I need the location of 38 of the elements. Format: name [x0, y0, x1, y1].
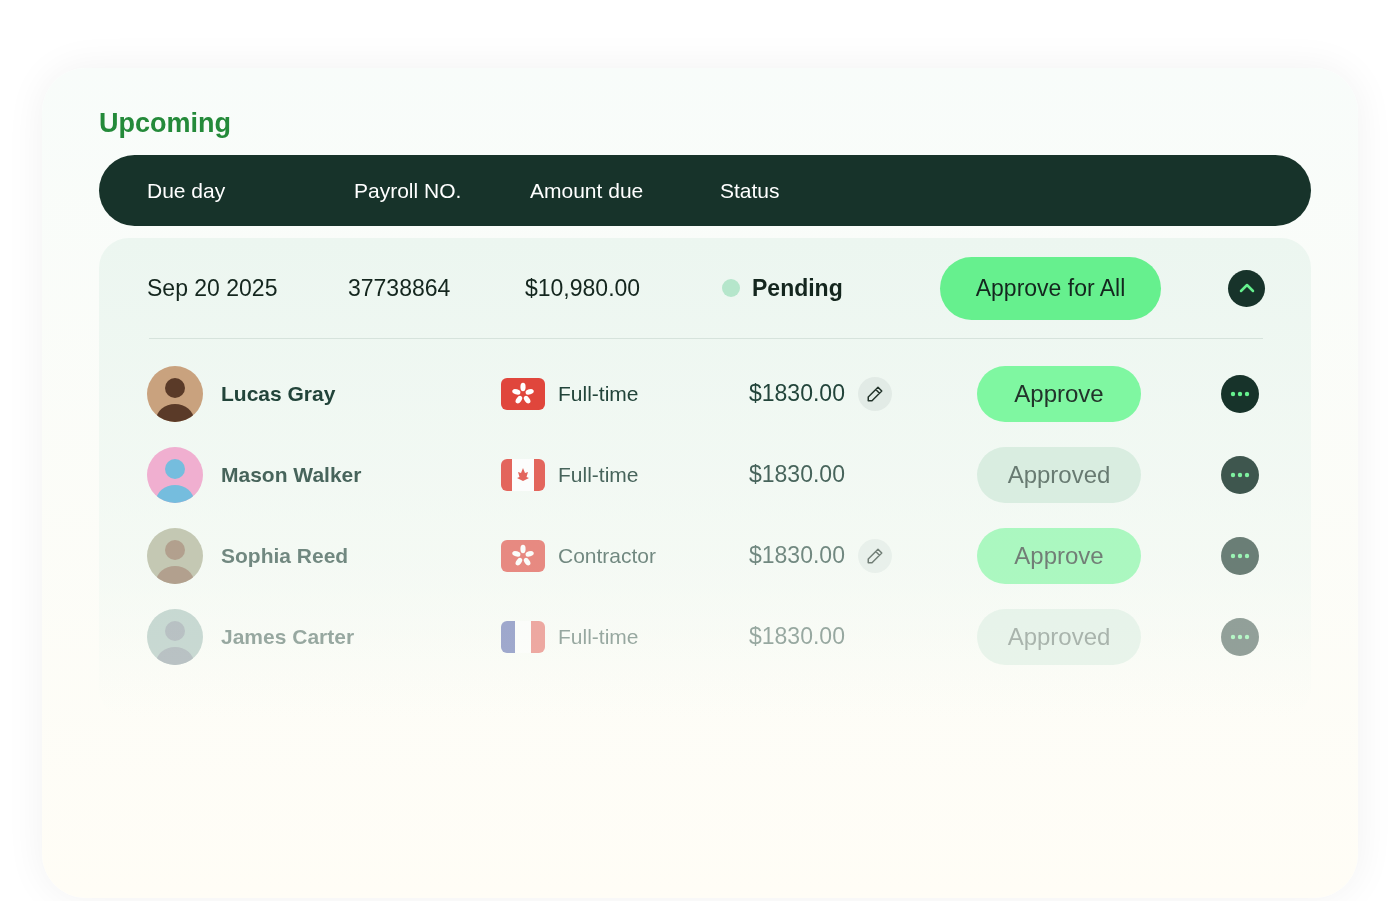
- employee-name: Lucas Gray: [221, 381, 336, 406]
- employment-type: Full-time: [558, 624, 639, 649]
- column-header: Payroll NO.: [354, 178, 462, 203]
- collapse-button[interactable]: [1228, 269, 1265, 307]
- approve-button[interactable]: Approve: [977, 365, 1141, 422]
- chevron-up-icon: [1237, 282, 1256, 294]
- employee-name: Sophia Reed: [221, 543, 349, 568]
- amount-due: $10,980.00: [525, 274, 641, 302]
- employment-type: Full-time: [558, 462, 639, 487]
- approve-button[interactable]: Approved: [977, 446, 1141, 503]
- column-header: Amount due: [530, 178, 644, 203]
- status-text: Pending: [752, 274, 843, 302]
- pencil-icon: [865, 384, 884, 403]
- column-header: Status: [720, 178, 780, 203]
- more-button[interactable]: [1221, 374, 1259, 413]
- edit-button[interactable]: [857, 376, 892, 411]
- employment-type: Contractor: [558, 543, 657, 568]
- more-icon: [1230, 390, 1250, 397]
- employee-amount: $1830.00: [749, 461, 845, 488]
- more-icon: [1230, 633, 1250, 640]
- approve-button[interactable]: Approved: [977, 608, 1141, 665]
- more-icon: [1230, 471, 1250, 478]
- employee-name: Mason Walker: [221, 462, 362, 487]
- approve-button[interactable]: Approve: [977, 527, 1141, 584]
- employee-amount: $1830.00: [749, 542, 845, 569]
- column-header: Due day: [147, 178, 226, 203]
- employment-type: Full-time: [558, 381, 639, 406]
- employee-amount: $1830.00: [749, 380, 845, 407]
- payroll-number: 37738864: [348, 274, 451, 302]
- more-button[interactable]: [1221, 455, 1259, 494]
- employee-amount: $1830.00: [749, 623, 845, 650]
- pencil-icon: [865, 546, 884, 565]
- due-date: Sep 20 2025: [147, 274, 278, 302]
- employee-name: James Carter: [221, 624, 355, 649]
- approve-all-button[interactable]: Approve for All: [940, 256, 1161, 320]
- section-title: Upcoming: [99, 108, 231, 139]
- more-icon: [1230, 552, 1250, 559]
- status-dot: [722, 279, 740, 297]
